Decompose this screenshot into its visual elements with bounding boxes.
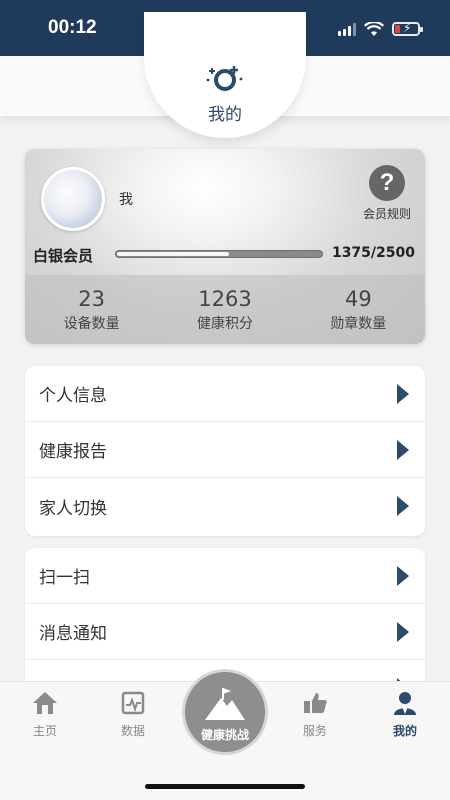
battery-icon: ⚡ — [392, 21, 423, 36]
user-name: 我 — [119, 192, 133, 208]
menu-item-label: 扫一扫 — [39, 568, 90, 588]
level-progress-bar — [115, 250, 323, 258]
level-progress-fill — [117, 252, 229, 256]
mountain-flag-icon — [205, 688, 245, 720]
stat-value: 1263 — [198, 287, 252, 311]
member-card: 我 ? 会员规则 白银会员 1375/2500 23 设备数量 1263 健康积… — [25, 149, 425, 344]
stat-value: 23 — [78, 287, 106, 311]
level-progress-text: 1375/2500 — [331, 245, 415, 261]
tab-label: 服务 — [302, 724, 327, 738]
stat-label: 健康积分 — [196, 316, 253, 332]
tab-home[interactable]: 主页 — [10, 690, 80, 739]
stat-devices[interactable]: 23 设备数量 — [25, 275, 158, 344]
home-icon — [33, 692, 57, 714]
stat-value: 49 — [344, 287, 372, 311]
member-rules-label: 会员规则 — [362, 207, 411, 221]
cellular-signal-icon — [338, 22, 356, 36]
stat-label: 设备数量 — [63, 316, 120, 332]
member-rules-button[interactable]: ? 会员规则 — [357, 165, 417, 225]
chevron-right-icon — [397, 622, 409, 642]
health-challenge-button[interactable]: 健康挑战 — [182, 669, 268, 755]
tab-service[interactable]: 服务 — [280, 690, 350, 739]
user-icon — [394, 692, 416, 715]
chevron-right-icon — [397, 440, 409, 460]
menu-item-label: 个人信息 — [39, 386, 107, 406]
menu-item-health-report[interactable]: 健康报告 — [25, 422, 425, 478]
home-indicator[interactable] — [145, 784, 305, 789]
tab-label: 我的 — [392, 724, 417, 738]
thumbs-up-icon — [304, 693, 327, 713]
tab-label: 主页 — [32, 724, 57, 738]
menu-item-notifications[interactable]: 消息通知 — [25, 604, 425, 660]
gender-logo-icon — [206, 66, 243, 91]
menu-item-label: 消息通知 — [39, 624, 107, 644]
stats-row: 23 设备数量 1263 健康积分 49 勋章数量 — [25, 275, 425, 344]
chevron-right-icon — [397, 496, 409, 516]
stat-health-points[interactable]: 1263 健康积分 — [158, 275, 291, 344]
wifi-icon — [364, 21, 384, 36]
status-time: 00:12 — [48, 17, 97, 38]
avatar[interactable] — [41, 167, 105, 231]
menu-group-account: 个人信息 健康报告 家人切换 — [25, 366, 425, 536]
stat-medals[interactable]: 49 勋章数量 — [292, 275, 425, 344]
menu-item-label: 健康报告 — [39, 442, 107, 462]
menu-item-label: 家人切换 — [39, 498, 107, 519]
member-level: 白银会员 — [33, 247, 94, 265]
menu-item-switch-family[interactable]: 家人切换 — [25, 478, 425, 534]
tab-data[interactable]: 数据 — [98, 690, 168, 739]
chevron-right-icon — [397, 384, 409, 404]
health-challenge-label: 健康挑战 — [200, 728, 249, 742]
help-icon: ? — [369, 165, 405, 201]
tab-mine[interactable]: 我的 — [370, 690, 440, 739]
data-chart-icon — [121, 691, 145, 715]
menu-item-scan[interactable]: 扫一扫 — [25, 548, 425, 604]
chevron-right-icon — [397, 566, 409, 586]
status-icons: ⚡ — [338, 18, 423, 40]
page-title: 我的 — [208, 105, 242, 125]
tab-label: 数据 — [120, 724, 145, 738]
menu-item-personal-info[interactable]: 个人信息 — [25, 366, 425, 422]
stat-label: 勋章数量 — [330, 316, 387, 332]
